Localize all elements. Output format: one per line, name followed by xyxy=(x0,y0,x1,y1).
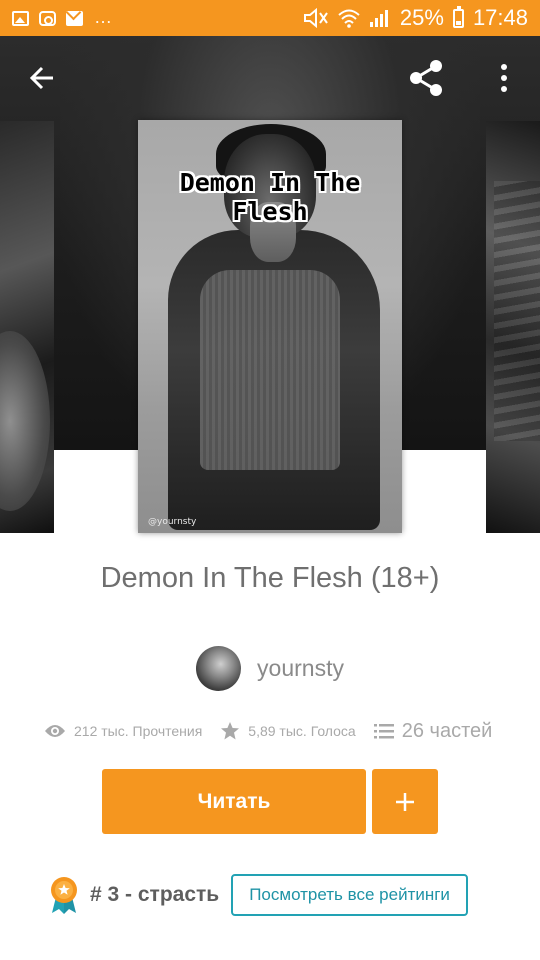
notification-icons: ... xyxy=(0,9,112,27)
status-bar: ... 25% 17:48 xyxy=(0,0,540,36)
cover-title-art: Demon In The Flesh xyxy=(179,168,361,226)
ranking-row: # 3 - страсть Посмотреть все рейтинги xyxy=(48,874,468,916)
parts-stat[interactable]: 26 частей xyxy=(373,720,493,743)
ranking-badge-icon xyxy=(51,877,77,914)
read-button[interactable]: Читать xyxy=(102,769,366,834)
signal-icon xyxy=(369,10,388,27)
rank-label: # 3 - страсть xyxy=(90,883,220,906)
instagram-icon xyxy=(39,10,56,26)
mute-icon xyxy=(303,8,328,28)
reads-count: 212 тыс. Прочтения xyxy=(74,723,203,739)
story-cover[interactable]: Demon In The Flesh @yournsty xyxy=(138,120,402,533)
wifi-icon xyxy=(338,9,360,28)
eye-icon xyxy=(45,725,65,737)
clock: 17:48 xyxy=(472,5,528,30)
story-stats: 212 тыс. Прочтения 5,89 тыс. Голоса 26 ч… xyxy=(44,716,510,746)
cover-figure-jacket xyxy=(200,270,340,470)
star-icon xyxy=(221,722,240,740)
notification-overflow: ... xyxy=(95,7,113,28)
author-avatar[interactable] xyxy=(196,645,242,691)
share-button[interactable] xyxy=(400,56,452,100)
next-story-cover[interactable] xyxy=(486,121,540,533)
gallery-icon xyxy=(12,10,29,26)
more-vert-icon xyxy=(501,64,507,92)
mail-icon xyxy=(66,10,83,26)
story-title: Demon In The Flesh (18+) xyxy=(100,562,440,594)
plus-icon xyxy=(396,792,414,811)
cover-credit: @yournsty xyxy=(148,517,197,527)
view-all-rankings-button[interactable]: Посмотреть все рейтинги xyxy=(231,874,468,916)
battery-percent: 25% xyxy=(399,5,444,30)
back-button[interactable] xyxy=(18,58,66,98)
previous-story-cover[interactable] xyxy=(0,121,54,533)
author-name[interactable]: yournsty xyxy=(257,655,344,682)
arrow-left-icon xyxy=(29,66,53,90)
system-status: 25% 17:48 xyxy=(303,0,528,36)
add-to-library-button[interactable] xyxy=(372,769,438,834)
share-icon xyxy=(410,60,442,96)
parts-count[interactable]: 26 частей xyxy=(402,720,493,743)
more-options-button[interactable] xyxy=(484,56,524,100)
votes-stat: 5,89 тыс. Голоса xyxy=(220,721,356,741)
reads-stat: 212 тыс. Прочтения xyxy=(44,723,202,739)
author-row[interactable]: yournsty xyxy=(0,645,540,691)
battery-icon xyxy=(452,5,464,28)
list-icon xyxy=(373,724,394,739)
votes-count: 5,89 тыс. Голоса xyxy=(248,723,356,739)
